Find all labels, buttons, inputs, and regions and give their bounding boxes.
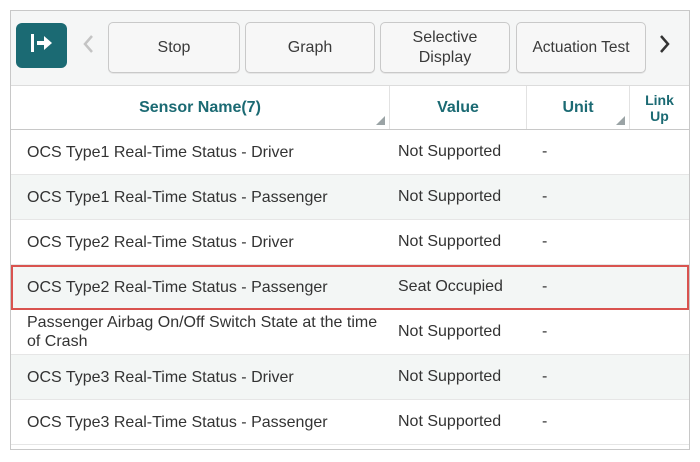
column-header-unit[interactable]: Unit [527,86,630,129]
column-header-sensor-name-label: Sensor Name(7) [139,98,261,116]
sensor-unit-cell: - [542,233,548,250]
sensor-unit-cell: - [542,413,548,430]
graph-button-label: Graph [287,38,333,56]
stop-button[interactable]: Stop [108,22,240,73]
table-row[interactable]: OCS Type2 Real-Time Status - Driver Not … [11,220,689,265]
stop-button-label: Stop [157,38,191,56]
actuation-test-button[interactable]: Actuation Test [516,22,646,73]
selective-display-label-line1: Selective [412,28,478,46]
sensor-value-cell: Not Supported [398,188,502,205]
table-row[interactable]: Passenger Airbag On/Off Switch State at … [11,310,689,355]
sort-indicator-icon [616,116,625,125]
column-header-link-up-label: Link Up [645,92,674,124]
exit-button[interactable] [16,23,67,68]
sensor-unit-cell: - [542,188,548,205]
table-row[interactable]: OCS Type1 Real-Time Status - Driver Not … [11,130,689,175]
link-up-label-line1: Link [645,91,674,108]
sensor-name-cell: OCS Type3 Real-Time Status - Driver [27,368,294,386]
sort-indicator-icon [376,116,385,125]
sensor-name-cell: Passenger Airbag On/Off Switch State at … [27,314,378,350]
table-row[interactable]: OCS Type3 Real-Time Status - Passenger N… [11,400,689,445]
sensor-name-cell: OCS Type2 Real-Time Status - Passenger [27,278,328,296]
selective-display-label-line2: Display [418,48,472,66]
sensor-name-cell: OCS Type1 Real-Time Status - Passenger [27,188,328,206]
column-header-sensor-name[interactable]: Sensor Name(7) [11,86,390,129]
exit-arrow-icon [29,32,55,59]
sensor-value-cell: Not Supported [398,233,502,250]
sensor-unit-cell: - [542,368,548,385]
column-header-value: Value [390,86,527,129]
column-header-link-up: Link Up [630,86,689,129]
sensor-value-cell: Not Supported [398,413,502,430]
scroll-right-button[interactable] [651,31,677,61]
chevron-left-icon [82,33,96,60]
scroll-left-button[interactable] [76,31,102,61]
chevron-right-icon [657,33,671,60]
sensor-name-cell: OCS Type1 Real-Time Status - Driver [27,143,294,161]
table-row[interactable]: OCS Type1 Real-Time Status - Passenger N… [11,175,689,220]
sensor-value-cell: Not Supported [398,143,502,160]
sensor-table-body: OCS Type1 Real-Time Status - Driver Not … [11,130,689,445]
selective-display-label: Selective Display [413,28,478,68]
sensor-value-cell: Not Supported [398,323,502,340]
link-up-label-line2: Up [650,107,669,124]
sensor-unit-cell: - [542,278,548,295]
table-row[interactable]: OCS Type3 Real-Time Status - Driver Not … [11,355,689,400]
sensor-unit-cell: - [542,143,548,160]
column-header-unit-label: Unit [562,98,594,116]
actuation-test-button-label: Actuation Test [532,38,630,56]
sensor-data-panel: Stop Graph Selective Display Actuation T… [10,10,690,450]
sensor-unit-cell: - [542,323,548,340]
sensor-name-cell: OCS Type3 Real-Time Status - Passenger [27,413,328,431]
sensor-value-cell: Seat Occupied [398,278,503,295]
column-header-value-label: Value [437,98,479,116]
table-header: Sensor Name(7) Value Unit Link Up [11,86,689,130]
selective-display-button[interactable]: Selective Display [380,22,510,73]
toolbar: Stop Graph Selective Display Actuation T… [11,11,689,86]
sensor-name-cell: OCS Type2 Real-Time Status - Driver [27,233,294,251]
sensor-value-cell: Not Supported [398,368,502,385]
table-row-selected[interactable]: OCS Type2 Real-Time Status - Passenger S… [11,265,689,310]
graph-button[interactable]: Graph [245,22,375,73]
